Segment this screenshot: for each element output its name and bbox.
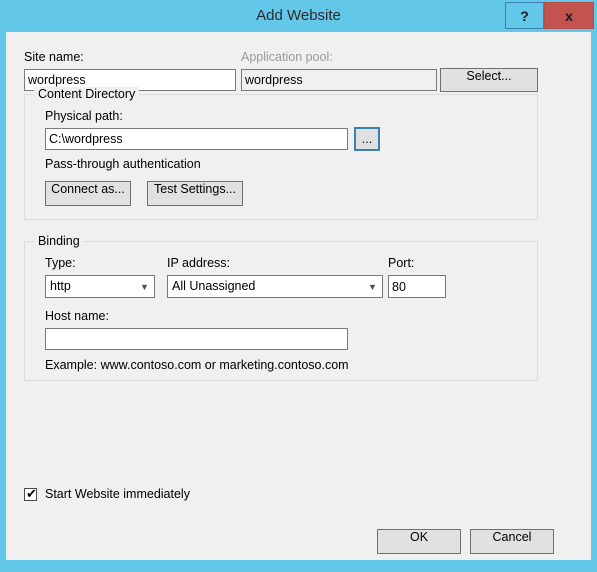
title-bar: Add Website ? x: [0, 0, 597, 32]
binding-type-select[interactable]: http ▼: [45, 275, 155, 298]
start-website-checkbox-label: Start Website immediately: [45, 487, 190, 501]
content-directory-group: Content Directory Physical path: ... Pas…: [24, 87, 538, 220]
physical-path-label: Physical path:: [45, 109, 123, 123]
select-app-pool-button[interactable]: Select...: [440, 68, 538, 92]
host-name-example-text: Example: www.contoso.com or marketing.co…: [45, 358, 349, 372]
chevron-down-icon: ▼: [368, 281, 377, 292]
connect-as-button[interactable]: Connect as...: [45, 181, 131, 206]
caption-buttons: ? x: [505, 2, 594, 29]
start-website-checkbox[interactable]: ✔: [24, 486, 37, 502]
browse-physical-path-button[interactable]: ...: [354, 127, 380, 151]
binding-group: Binding Type: http ▼ IP address: All Una…: [24, 234, 538, 381]
dialog-body: Site name: Application pool: Select... C…: [6, 32, 591, 560]
help-button[interactable]: ?: [505, 2, 544, 29]
chevron-down-icon: ▼: [140, 281, 149, 292]
physical-path-input[interactable]: [45, 128, 348, 150]
checkmark-icon: ✔: [26, 486, 37, 502]
binding-ip-select[interactable]: All Unassigned ▼: [167, 275, 383, 298]
add-website-dialog: Add Website ? x Site name: Application p…: [0, 0, 597, 572]
application-pool-field: [241, 69, 437, 91]
start-website-checkbox-row[interactable]: ✔ Start Website immediately: [24, 486, 190, 502]
close-button[interactable]: x: [544, 2, 594, 29]
binding-ip-label: IP address:: [167, 256, 231, 270]
binding-type-value: http: [50, 279, 71, 293]
pass-through-authentication-text: Pass-through authentication: [45, 157, 201, 171]
host-name-input[interactable]: [45, 328, 348, 350]
binding-ip-value: All Unassigned: [172, 279, 256, 293]
host-name-label: Host name:: [45, 309, 109, 323]
binding-group-title: Binding: [34, 234, 84, 248]
site-name-label: Site name:: [24, 50, 84, 64]
binding-type-label: Type:: [45, 256, 76, 270]
binding-port-input[interactable]: [388, 275, 446, 298]
application-pool-label: Application pool:: [241, 50, 333, 64]
cancel-button[interactable]: Cancel: [470, 529, 554, 554]
ok-button[interactable]: OK: [377, 529, 461, 554]
content-directory-group-title: Content Directory: [34, 87, 140, 101]
test-settings-button[interactable]: Test Settings...: [147, 181, 243, 206]
binding-port-label: Port:: [388, 256, 415, 270]
